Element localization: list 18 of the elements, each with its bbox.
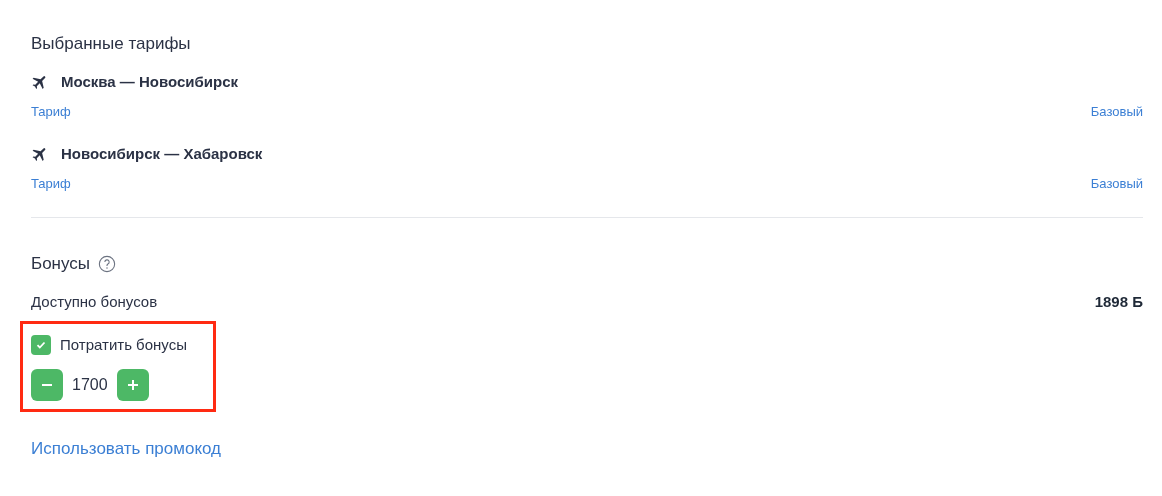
route-title: Москва — Новосибирск: [61, 72, 239, 92]
available-bonuses-label: Доступно бонусов: [31, 292, 158, 312]
section-title: Выбранные тарифы: [31, 33, 192, 55]
fare-value: Базовый: [1090, 103, 1143, 121]
fare-label: Тариф: [31, 175, 71, 193]
decrement-button[interactable]: [31, 368, 63, 401]
route-title: Новосибирск — Хабаровск: [61, 144, 263, 164]
help-icon[interactable]: [98, 255, 117, 273]
bonus-amount: 1700: [71, 374, 109, 395]
fare-label: Тариф: [31, 103, 71, 121]
plus-icon: [126, 378, 139, 391]
section-title: Бонусы: [31, 253, 91, 275]
increment-button[interactable]: [116, 368, 149, 401]
fare-value: Базовый: [1090, 175, 1143, 193]
checkbox[interactable]: [31, 335, 51, 356]
checkbox-label: Потратить бонусы: [60, 335, 187, 355]
promo-code-link[interactable]: Использовать промокод: [31, 435, 221, 461]
available-bonuses-value: 1898 Б: [1094, 292, 1143, 312]
